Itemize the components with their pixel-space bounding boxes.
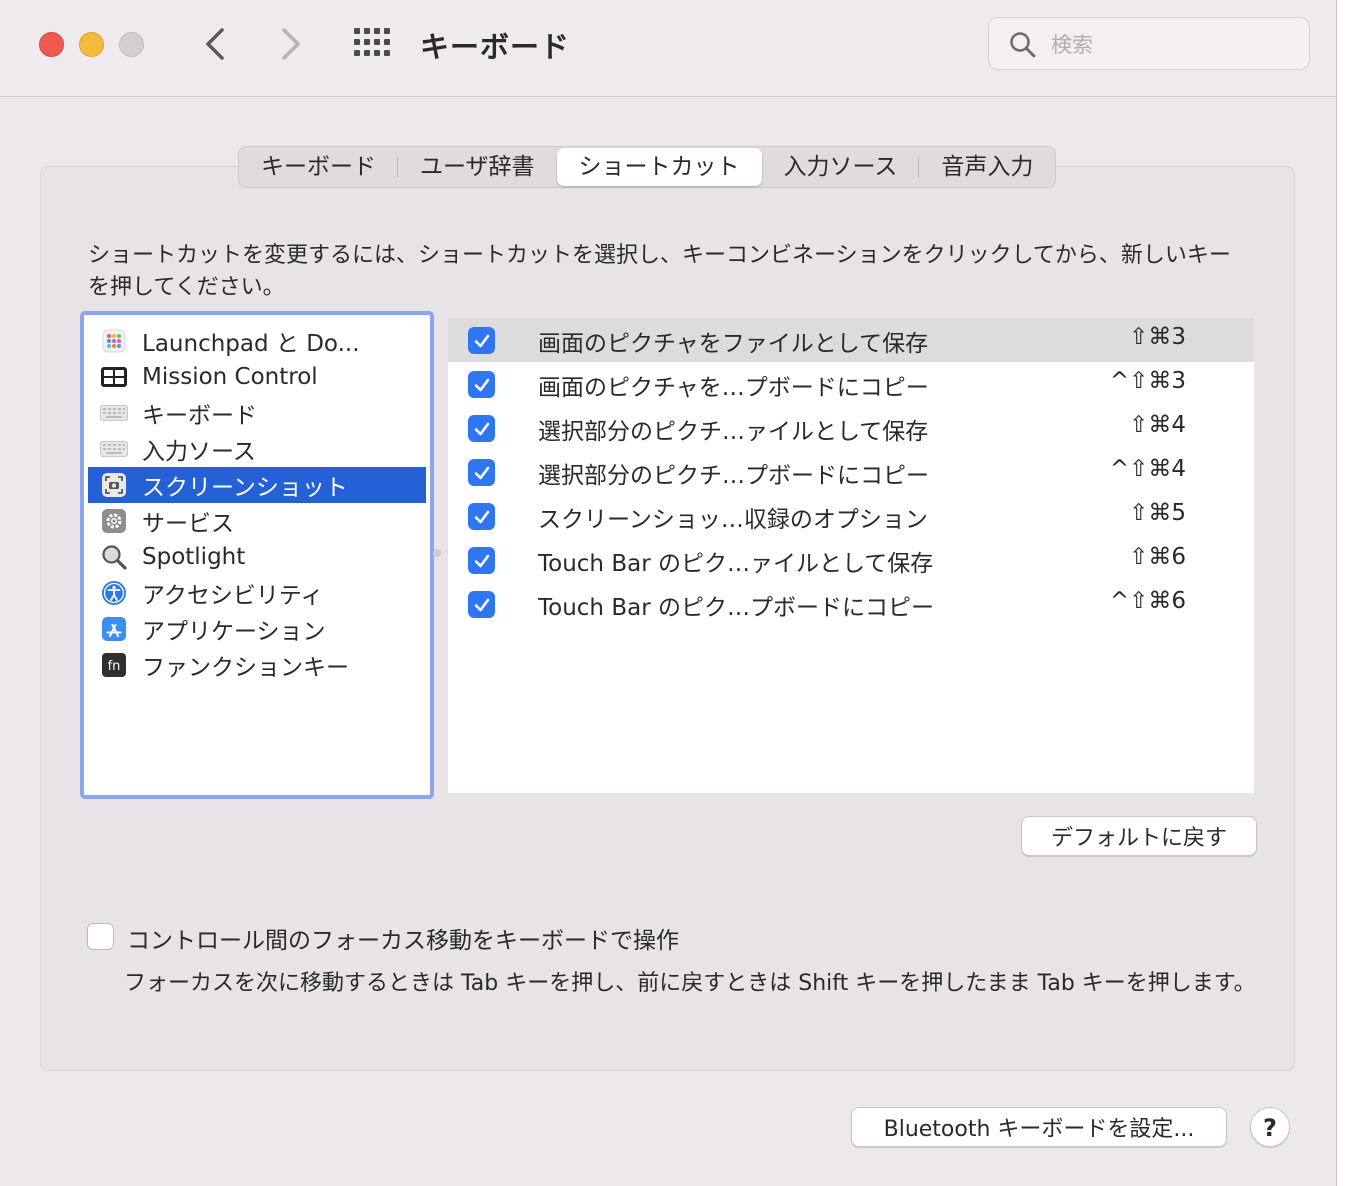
sidebar-item-label: サービス bbox=[142, 511, 234, 537]
shortcut-keys[interactable]: ^⇧⌘3 bbox=[1110, 368, 1186, 394]
show-all-grid-icon[interactable] bbox=[354, 28, 390, 56]
keyboard-icon bbox=[100, 399, 128, 427]
shortcut-row[interactable]: スクリーンショッ…収録のオプション ⇧⌘5 bbox=[448, 494, 1254, 538]
sidebar-item-label: ファンクションキー bbox=[142, 655, 349, 681]
help-button[interactable]: ? bbox=[1250, 1107, 1290, 1147]
search-input[interactable] bbox=[1049, 30, 1293, 60]
sidebar-item-label: キーボード bbox=[142, 403, 257, 429]
shortcut-enabled-checkbox[interactable] bbox=[468, 547, 495, 574]
window-title: キーボード bbox=[420, 30, 571, 64]
screenshot-icon bbox=[100, 471, 128, 499]
shortcut-row[interactable]: 選択部分のピクチ…プボードにコピー ^⇧⌘4 bbox=[448, 450, 1254, 494]
sidebar-item-applications[interactable]: アプリケーション bbox=[88, 611, 426, 647]
shortcut-enabled-checkbox[interactable] bbox=[468, 371, 495, 398]
tab-bar: キーボード ユーザ辞書 ショートカット 入力ソース 音声入力 bbox=[238, 146, 1057, 188]
tab-input-sources[interactable]: 入力ソース bbox=[762, 147, 920, 187]
sidebar-item-label: アクセシビリティ bbox=[142, 583, 324, 609]
sidebar-item-spotlight[interactable]: Spotlight bbox=[88, 539, 426, 575]
instructions-text: ショートカットを変更するには、ショートカットを選択し、キーコンビネーションをクリ… bbox=[88, 243, 1231, 300]
back-arrow-icon[interactable] bbox=[200, 26, 230, 62]
zoom-window-button[interactable] bbox=[119, 32, 144, 57]
shortcut-row[interactable]: 選択部分のピクチ…ァイルとして保存 ⇧⌘4 bbox=[448, 406, 1254, 450]
gear-icon bbox=[100, 507, 128, 535]
checkmark-icon bbox=[474, 598, 489, 611]
sidebar-item-launchpad[interactable]: Launchpad と Do... bbox=[88, 323, 426, 359]
shortcut-label: 選択部分のピクチ…ァイルとして保存 bbox=[538, 419, 929, 445]
tab-dictation[interactable]: 音声入力 bbox=[919, 147, 1055, 187]
shortcut-keys[interactable]: ⇧⌘3 bbox=[1129, 324, 1186, 350]
shortcut-label: 画面のピクチャを…プボードにコピー bbox=[538, 375, 929, 401]
shortcut-row[interactable]: Touch Bar のピク…プボードにコピー ^⇧⌘6 bbox=[448, 582, 1254, 626]
launchpad-icon bbox=[100, 327, 128, 355]
close-window-button[interactable] bbox=[39, 32, 64, 57]
sidebar-item-label: Mission Control bbox=[142, 364, 318, 390]
shortcut-keys[interactable]: ⇧⌘6 bbox=[1129, 544, 1186, 570]
keyboard-icon bbox=[100, 435, 128, 463]
shortcut-category-list[interactable]: Launchpad と Do... Mission Control キーボード … bbox=[80, 311, 434, 799]
shortcut-label: Touch Bar のピク…ァイルとして保存 bbox=[538, 551, 934, 577]
search-box[interactable] bbox=[988, 17, 1310, 70]
split-view-handle[interactable] bbox=[433, 549, 441, 557]
shortcut-enabled-checkbox[interactable] bbox=[468, 503, 495, 530]
shortcut-label: 選択部分のピクチ…プボードにコピー bbox=[538, 463, 929, 489]
svg-text:fn: fn bbox=[108, 659, 121, 674]
search-icon bbox=[1010, 32, 1036, 58]
app-store-icon bbox=[100, 615, 128, 643]
checkmark-icon bbox=[474, 334, 489, 347]
shortcut-list[interactable]: 画面のピクチャをファイルとして保存 ⇧⌘3 画面のピクチャを…プボードにコピー … bbox=[448, 318, 1254, 793]
sidebar-item-function-keys[interactable]: fn ファンクションキー bbox=[88, 647, 426, 683]
system-preferences-window: キーボード キーボード ユーザ辞書 ショートカット 入力ソース 音声入力 ショー… bbox=[0, 0, 1337, 1186]
checkmark-icon bbox=[474, 422, 489, 435]
shortcut-row[interactable]: Touch Bar のピク…ァイルとして保存 ⇧⌘6 bbox=[448, 538, 1254, 582]
accessibility-icon bbox=[100, 579, 128, 607]
setup-bluetooth-keyboard-button[interactable]: Bluetooth キーボードを設定... bbox=[851, 1107, 1227, 1147]
shortcut-label: スクリーンショッ…収録のオプション bbox=[538, 507, 928, 533]
restore-defaults-button[interactable]: デフォルトに戻す bbox=[1021, 816, 1257, 856]
tab-user-dictionary[interactable]: ユーザ辞書 bbox=[398, 147, 557, 187]
shortcut-keys[interactable]: ⇧⌘4 bbox=[1129, 412, 1186, 438]
keyboard-navigation-label: コントロール間のフォーカス移動をキーボードで操作 bbox=[127, 928, 679, 954]
sidebar-item-accessibility[interactable]: アクセシビリティ bbox=[88, 575, 426, 611]
tab-keyboard[interactable]: キーボード bbox=[239, 147, 398, 187]
shortcut-enabled-checkbox[interactable] bbox=[468, 415, 495, 442]
shortcut-row[interactable]: 画面のピクチャをファイルとして保存 ⇧⌘3 bbox=[448, 318, 1254, 362]
checkmark-icon bbox=[474, 378, 489, 391]
tab-shortcuts[interactable]: ショートカット bbox=[556, 148, 762, 186]
shortcut-row[interactable]: 画面のピクチャを…プボードにコピー ^⇧⌘3 bbox=[448, 362, 1254, 406]
sidebar-item-screenshots[interactable]: スクリーンショット bbox=[88, 467, 426, 503]
sidebar-item-label: Spotlight bbox=[142, 544, 246, 570]
keyboard-navigation-description: フォーカスを次に移動するときは Tab キーを押し、前に戻すときは Shift … bbox=[124, 971, 1256, 996]
shortcut-label: Touch Bar のピク…プボードにコピー bbox=[538, 595, 934, 621]
sidebar-item-label: Launchpad と Do... bbox=[142, 331, 360, 357]
fn-key-icon: fn bbox=[100, 651, 128, 679]
shortcut-enabled-checkbox[interactable] bbox=[468, 591, 495, 618]
sidebar-item-label: アプリケーション bbox=[142, 619, 326, 645]
shortcut-keys[interactable]: ^⇧⌘6 bbox=[1110, 588, 1186, 614]
minimize-window-button[interactable] bbox=[79, 32, 104, 57]
shortcut-enabled-checkbox[interactable] bbox=[468, 459, 495, 486]
shortcut-keys[interactable]: ^⇧⌘4 bbox=[1110, 456, 1186, 482]
keyboard-navigation-checkbox[interactable] bbox=[87, 923, 114, 950]
sidebar-item-label: スクリーンショット bbox=[142, 475, 348, 501]
checkmark-icon bbox=[474, 554, 489, 567]
sidebar-item-label: 入力ソース bbox=[142, 439, 256, 465]
sidebar-item-mission-control[interactable]: Mission Control bbox=[88, 359, 426, 395]
checkmark-icon bbox=[474, 466, 489, 479]
mission-control-icon bbox=[100, 363, 128, 391]
checkmark-icon bbox=[474, 510, 489, 523]
shortcut-enabled-checkbox[interactable] bbox=[468, 327, 495, 354]
shortcut-keys[interactable]: ⇧⌘5 bbox=[1129, 500, 1186, 526]
title-bar: キーボード bbox=[0, 0, 1336, 97]
sidebar-item-keyboard[interactable]: キーボード bbox=[88, 395, 426, 431]
forward-arrow-icon[interactable] bbox=[276, 26, 306, 62]
shortcut-label: 画面のピクチャをファイルとして保存 bbox=[538, 331, 929, 357]
sidebar-item-services[interactable]: サービス bbox=[88, 503, 426, 539]
sidebar-item-input-sources[interactable]: 入力ソース bbox=[88, 431, 426, 467]
magnifier-icon bbox=[100, 543, 128, 571]
